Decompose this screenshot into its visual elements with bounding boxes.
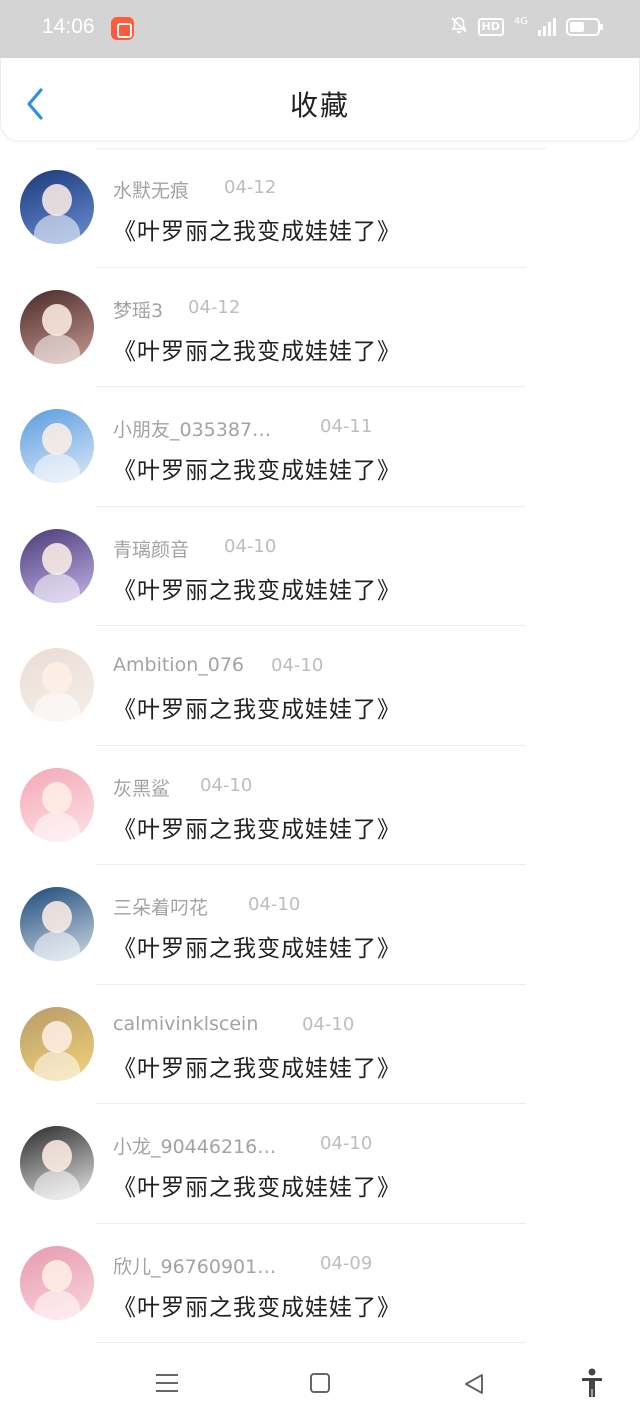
menu-icon[interactable] (156, 1374, 178, 1392)
list-item[interactable]: 梦瑶3 04-12 《叶罗丽之我变成娃娃了》 (0, 268, 640, 387)
hd-badge: HD (477, 18, 504, 36)
list-item[interactable]: calmivinklscein 04-10 《叶罗丽之我变成娃娃了》 (0, 985, 640, 1104)
mute-bell-icon (450, 16, 468, 38)
avatar-figure (34, 214, 80, 244)
network-type: 4G (513, 15, 528, 27)
avatar[interactable] (20, 1245, 94, 1320)
username[interactable]: 小龙_90446216… (113, 1132, 276, 1159)
avatar-figure (34, 333, 80, 364)
username[interactable]: Ambition_076 (113, 654, 244, 676)
avatar-figure (34, 453, 80, 483)
avatar-figure (34, 692, 80, 722)
favorite-title[interactable]: 《叶罗丽之我变成娃娃了》 (113, 690, 401, 724)
list-item[interactable]: 小龙_90446216… 04-10 《叶罗丽之我变成娃娃了》 (0, 1104, 640, 1224)
username[interactable]: 青璃颜音 (113, 535, 189, 562)
avatar[interactable] (20, 1006, 94, 1081)
post-date: 04-09 (320, 1252, 373, 1274)
post-date: 04-10 (320, 1133, 373, 1154)
avatar[interactable] (20, 887, 94, 961)
avatar-figure (34, 572, 80, 603)
avatar-face (42, 781, 72, 814)
list-item[interactable]: 欣儿_96760901… 04-09 《叶罗丽之我变成娃娃了》 (0, 1224, 640, 1343)
home-square-icon[interactable] (310, 1373, 330, 1393)
avatar[interactable] (20, 170, 94, 244)
signal-icon (538, 18, 556, 36)
post-date: 04-12 (224, 177, 277, 198)
avatar[interactable] (20, 648, 94, 722)
list-item[interactable]: 小朋友_035387… 04-11 《叶罗丽之我变成娃娃了》 (0, 387, 640, 507)
post-date: 04-10 (200, 774, 253, 796)
accessibility-icon[interactable] (580, 1368, 604, 1398)
username[interactable]: 三朵着叼花 (113, 893, 208, 920)
avatar-figure (34, 931, 80, 961)
avatar-face (42, 1020, 72, 1053)
username[interactable]: 欣儿_96760901… (113, 1252, 276, 1279)
avatar-face (42, 184, 72, 216)
username[interactable]: calmivinklscein (113, 1013, 258, 1035)
favorite-title[interactable]: 《叶罗丽之我变成娃娃了》 (113, 1049, 401, 1083)
favorite-title[interactable]: 《叶罗丽之我变成娃娃了》 (113, 451, 401, 485)
avatar[interactable] (20, 767, 94, 842)
avatar-figure (34, 1289, 80, 1320)
username[interactable]: 梦瑶3 (113, 296, 163, 323)
status-bar: 14:06 HD 4G (0, 0, 640, 58)
avatar-face (42, 542, 72, 575)
system-nav-bar (0, 1346, 640, 1422)
avatar-face (42, 1259, 72, 1292)
avatar[interactable] (20, 409, 94, 483)
status-icons: HD 4G (450, 15, 603, 38)
avatar[interactable] (20, 289, 94, 364)
favorite-title[interactable]: 《叶罗丽之我变成娃娃了》 (113, 929, 401, 963)
avatar-face (42, 1140, 72, 1172)
avatar-figure (34, 811, 80, 842)
post-date: 04-10 (271, 655, 324, 676)
avatar[interactable] (20, 1126, 94, 1200)
post-date: 04-12 (188, 296, 241, 318)
avatar-face (42, 303, 72, 336)
post-date: 04-10 (248, 894, 301, 915)
app-notification-icon (111, 17, 134, 40)
status-time: 14:06 (42, 15, 95, 38)
favorite-title[interactable]: 《叶罗丽之我变成娃娃了》 (113, 332, 401, 366)
username[interactable]: 水默无痕 (113, 176, 189, 203)
post-date: 04-10 (224, 535, 277, 557)
username[interactable]: 灰黑鲨 (113, 774, 170, 801)
list-item[interactable]: 灰黑鲨 04-10 《叶罗丽之我变成娃娃了》 (0, 746, 640, 865)
favorite-title[interactable]: 《叶罗丽之我变成娃娃了》 (113, 571, 401, 605)
page-title: 收藏 (289, 89, 350, 122)
avatar-figure (34, 1170, 80, 1200)
post-date: 04-11 (320, 416, 373, 437)
post-date: 04-10 (302, 1013, 355, 1035)
avatar-face (42, 423, 72, 455)
favorite-title[interactable]: 《叶罗丽之我变成娃娃了》 (113, 810, 401, 844)
list-item[interactable]: 三朵着叼花 04-10 《叶罗丽之我变成娃娃了》 (0, 865, 640, 985)
list-item[interactable]: 青璃颜音 04-10 《叶罗丽之我变成娃娃了》 (0, 507, 640, 626)
list-item[interactable]: Ambition_076 04-10 《叶罗丽之我变成娃娃了》 (0, 626, 640, 746)
favorites-list: 水默无痕 04-12 《叶罗丽之我变成娃娃了》 梦瑶3 04-12 《叶罗丽之我变成娃娃了… (0, 148, 640, 1343)
battery-icon (566, 18, 603, 36)
list-item[interactable]: 水默无痕 04-12 《叶罗丽之我变成娃娃了》 (0, 148, 640, 268)
favorite-title[interactable]: 《叶罗丽之我变成娃娃了》 (113, 212, 401, 246)
divider (96, 1342, 526, 1343)
avatar-figure (34, 1050, 80, 1081)
username[interactable]: 小朋友_035387… (113, 415, 271, 442)
back-triangle-icon[interactable] (462, 1372, 486, 1396)
avatar-face (42, 901, 72, 933)
avatar-face (42, 662, 72, 694)
favorite-title[interactable]: 《叶罗丽之我变成娃娃了》 (113, 1168, 401, 1202)
avatar[interactable] (20, 528, 94, 603)
favorite-title[interactable]: 《叶罗丽之我变成娃娃了》 (113, 1288, 401, 1322)
app-header: 收藏 (0, 58, 640, 140)
